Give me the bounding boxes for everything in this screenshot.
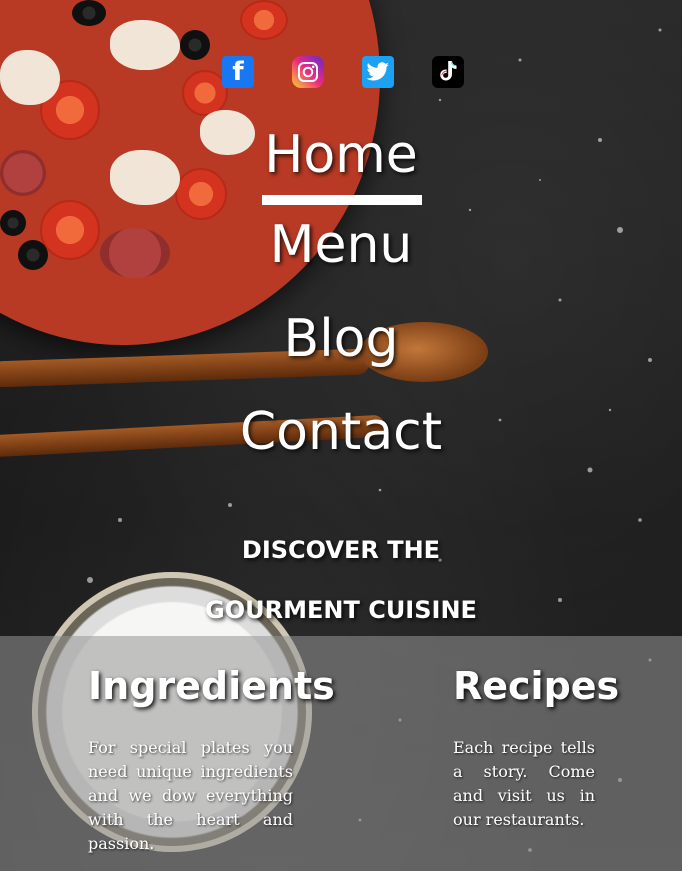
facebook-icon[interactable]: f: [222, 56, 254, 88]
instagram-icon[interactable]: [292, 56, 324, 88]
hero-tagline-line2: GOURMENT CUISINE: [205, 596, 477, 624]
nav-contact-link[interactable]: Contact: [0, 402, 682, 462]
tiktok-icon[interactable]: [432, 56, 464, 88]
recipes-heading: Recipes: [453, 664, 620, 708]
social-links: f: [222, 56, 464, 88]
active-nav-underline: [262, 195, 422, 205]
nav-menu-link[interactable]: Menu: [0, 215, 682, 275]
nav-home-link[interactable]: Home: [0, 125, 682, 185]
twitter-icon[interactable]: [362, 56, 394, 88]
ingredients-description: For special plates you need unique ingre…: [88, 738, 293, 853]
recipes-description: Each recipe tells a story. Come and visi…: [453, 738, 595, 829]
nav-blog-link[interactable]: Blog: [0, 309, 682, 369]
hero-tagline-line1: DISCOVER THE: [241, 536, 441, 564]
ingredients-heading: Ingredients: [88, 664, 335, 708]
